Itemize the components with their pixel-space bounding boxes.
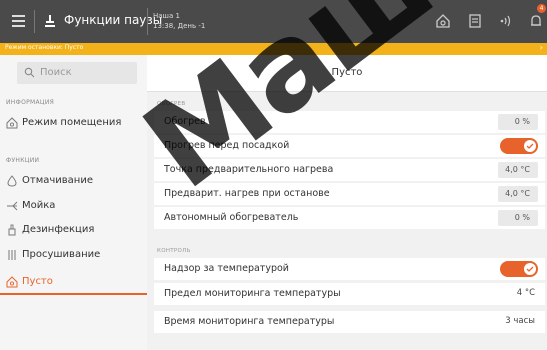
heating-caption: ОБОГРЕВ: [157, 101, 186, 107]
top-bar: Функции паузы Наша 1 13:38, День -1 4: [0, 0, 547, 43]
sidebar-item-label: Дезинфекция: [22, 224, 95, 235]
notification-badge: 4: [537, 4, 546, 13]
recipe-icon[interactable]: [467, 13, 483, 29]
sidebar-item-wash[interactable]: Мойка: [0, 197, 147, 217]
sidebar-item-empty[interactable]: Пусто: [0, 273, 147, 295]
sidebar-item-label: Пусто: [22, 276, 53, 287]
search-input[interactable]: Поиск: [17, 62, 137, 84]
toggle-knob: [524, 263, 536, 275]
search-placeholder: Поиск: [40, 67, 72, 78]
room-info[interactable]: Наша 1 13:38, День -1: [153, 11, 205, 31]
setting-label: Обогрев: [164, 116, 206, 127]
control-caption: КОНТРОЛЬ: [157, 248, 191, 254]
setting-row-heating[interactable]: Обогрев 0 %: [154, 111, 545, 133]
setting-label: Надзор за температурой: [164, 263, 289, 274]
preheat-toggle[interactable]: [500, 138, 538, 154]
setting-value: 4,0 °C: [505, 189, 530, 198]
setting-value: 4 °C: [516, 288, 535, 298]
room-time: 13:38, День -1: [153, 22, 206, 30]
drying-icon: [8, 250, 16, 260]
sidebar-item-room-mode[interactable]: Режим помещения: [0, 114, 147, 134]
setting-value: 3 часы: [505, 316, 535, 326]
search-icon: [24, 67, 35, 78]
value-field[interactable]: 4,0 °C: [498, 162, 538, 178]
program-icon: [45, 15, 55, 27]
sidebar-item-label: Просушивание: [22, 249, 101, 260]
value-field[interactable]: 0 %: [498, 210, 538, 226]
panel-title: Пусто: [147, 55, 547, 92]
sidebar-item-label: Режим помещения: [22, 117, 122, 128]
setting-row-temp-limit[interactable]: Предел мониторинга температуры 4 °C: [154, 283, 545, 305]
info-caption: ИНФОРМАЦИЯ: [6, 99, 55, 106]
status-text: Режим остановки: Пусто: [5, 44, 84, 51]
room-name: Наша 1: [153, 12, 180, 20]
sidebar: Поиск ИНФОРМАЦИЯ Режим помещения ФУНКЦИИ…: [0, 55, 147, 350]
bell-icon[interactable]: [528, 13, 544, 29]
value-field[interactable]: 0 %: [498, 114, 538, 130]
chevron-right-icon: ›: [539, 43, 543, 52]
check-icon: [526, 266, 534, 272]
setting-row-autonomous-heater[interactable]: Автономный обогреватель 0 %: [154, 207, 545, 229]
temp-supervision-toggle[interactable]: [500, 261, 538, 277]
home-icon[interactable]: [435, 13, 451, 29]
empty-icon: [6, 276, 18, 288]
wash-icon: [7, 201, 18, 211]
wireless-icon[interactable]: [498, 13, 514, 29]
hamburger-icon[interactable]: [12, 15, 25, 27]
sidebar-item-label: Отмачивание: [22, 175, 93, 186]
setting-row-preheat[interactable]: Прогрев перед посадкой: [154, 135, 545, 157]
check-icon: [526, 143, 534, 149]
soak-icon: [7, 175, 17, 187]
status-bar[interactable]: Режим остановки: Пусто ›: [0, 43, 547, 55]
toggle-knob: [524, 140, 536, 152]
disinfect-icon: [8, 224, 16, 236]
setting-label: Предел мониторинга температуры: [164, 288, 341, 299]
setting-label: Время мониторинга температуры: [164, 316, 335, 327]
setting-row-stop-preheat[interactable]: Предварит. нагрев при останове 4,0 °C: [154, 183, 545, 205]
sidebar-item-label: Мойка: [22, 200, 56, 211]
divider: [147, 8, 148, 35]
setting-label: Предварит. нагрев при останове: [164, 188, 330, 199]
setting-row-temp-time[interactable]: Время мониторинга температуры 3 часы: [154, 311, 545, 333]
setting-label: Точка предварительного нагрева: [164, 164, 334, 175]
sidebar-item-disinfect[interactable]: Дезинфекция: [0, 221, 147, 241]
setting-label: Автономный обогреватель: [164, 212, 299, 223]
setting-label: Прогрев перед посадкой: [164, 140, 290, 151]
main-panel: Пусто ОБОГРЕВ Обогрев 0 % Прогрев перед …: [147, 55, 547, 350]
sidebar-item-soak[interactable]: Отмачивание: [0, 172, 147, 192]
setting-value: 4,0 °C: [505, 165, 530, 174]
setting-value: 0 %: [514, 213, 530, 222]
functions-caption: ФУНКЦИИ: [6, 157, 40, 164]
setting-row-temp-supervision[interactable]: Надзор за температурой: [154, 258, 545, 280]
setting-value: 0 %: [514, 117, 530, 126]
value-field[interactable]: 4,0 °C: [498, 186, 538, 202]
setting-row-preheat-point[interactable]: Точка предварительного нагрева 4,0 °C: [154, 159, 545, 181]
home-icon: [6, 117, 18, 129]
divider: [34, 10, 35, 33]
sidebar-item-drying[interactable]: Просушивание: [0, 246, 147, 266]
